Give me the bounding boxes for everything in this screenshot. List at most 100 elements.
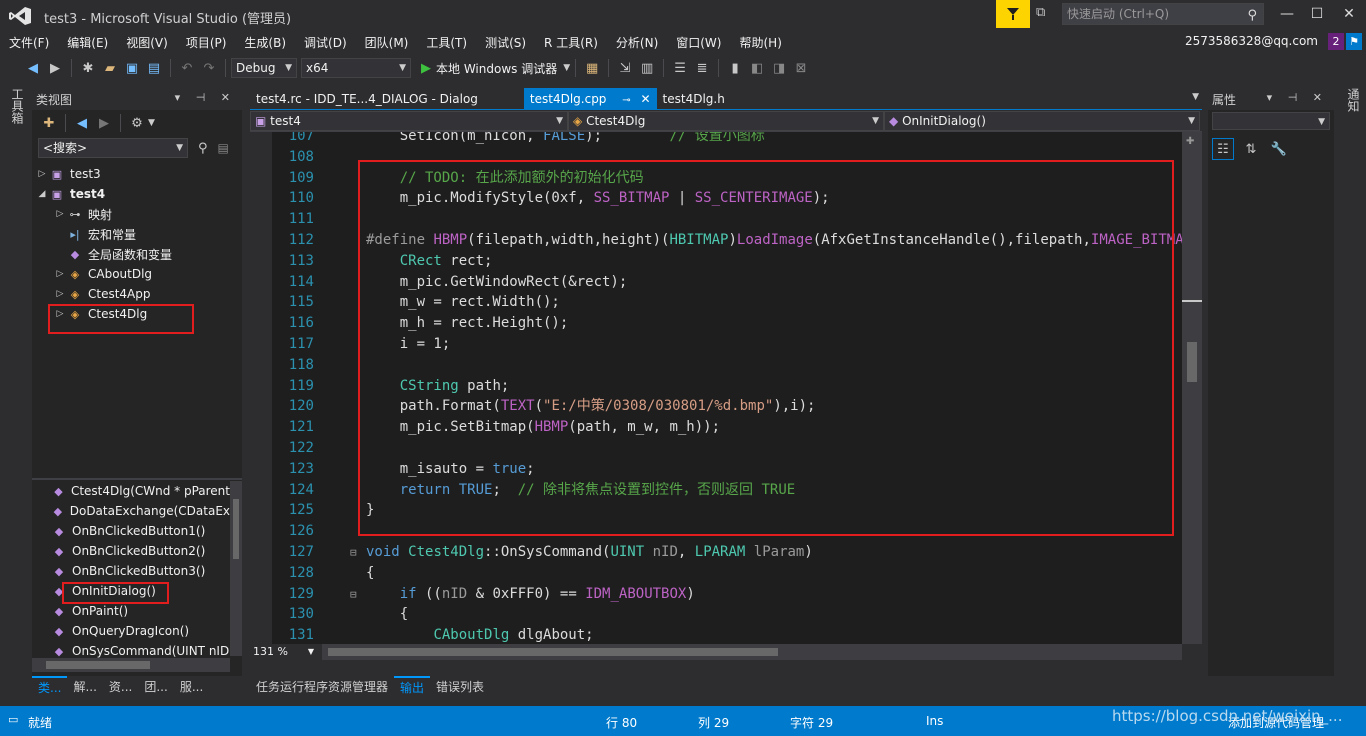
account-avatar-icon[interactable]: ⚑ (1346, 33, 1362, 50)
code-line[interactable]: 130 { (250, 604, 1182, 625)
redo-icon[interactable]: ↷ (198, 57, 220, 79)
save-icon[interactable]: ▣ (121, 57, 143, 79)
tab-test4dlg-cpp[interactable]: test4Dlg.cpp ⊸ ✕ (523, 88, 657, 110)
member-item[interactable]: ◆ OnBnClickedButton3() (32, 561, 230, 581)
tree-item--[interactable]: ▷ ⊶ 映射 (32, 204, 242, 224)
tab-solution-explorer[interactable]: 解... (67, 677, 102, 697)
code-line[interactable]: 131 CAboutDlg dlgAbout; (250, 625, 1182, 644)
comment-icon[interactable]: ☰ (669, 57, 691, 79)
tree-item-caboutdlg[interactable]: ▷ ◈ CAboutDlg (32, 264, 242, 284)
menu-window[interactable]: 窗口(W) (667, 33, 730, 53)
editor-vertical-scrollbar[interactable]: ✚ (1182, 132, 1202, 644)
toolbox-tab[interactable]: 工具箱 (9, 88, 26, 124)
tab-test4-rc[interactable]: test4.rc - IDD_TE...4_DIALOG - Dialog (250, 88, 484, 110)
tree-item--[interactable]: ◆ 全局函数和变量 (32, 244, 242, 264)
new-folder-icon[interactable]: ✚ (38, 112, 60, 134)
tab-output[interactable]: 输出 (394, 676, 431, 698)
zoom-level-select[interactable]: 131 % ▼ (250, 644, 318, 660)
tree-item-test3[interactable]: ▷ ▣ test3 (32, 164, 242, 184)
menu-r-tools[interactable]: R 工具(R) (535, 33, 607, 53)
search-icon[interactable]: ⚲ (198, 141, 208, 156)
bookmark-toggle-icon[interactable]: ▥ (636, 57, 658, 79)
project-scope-select[interactable]: ▣ test4 ▼ (250, 110, 568, 131)
alphabetical-icon[interactable]: ⇅ (1240, 138, 1262, 160)
member-item[interactable]: ◆ OnBnClickedButton2() (32, 541, 230, 561)
menu-view[interactable]: 视图(V) (117, 33, 177, 53)
solution-config-select[interactable]: Debug ▼ (231, 58, 297, 78)
class-view-search-input[interactable]: <搜索> ▼ (38, 138, 188, 158)
object-select[interactable]: ▼ (1212, 112, 1330, 130)
minimize-button[interactable]: — (1272, 3, 1302, 25)
quick-launch-input[interactable]: 快速启动 (Ctrl+Q) ⚲ (1062, 3, 1264, 25)
browse-icon[interactable]: ▦ (581, 57, 603, 79)
panel-controls[interactable]: ▾ ⊣ ✕ (175, 91, 236, 104)
class-scope-select[interactable]: ◈ Ctest4Dlg ▼ (568, 110, 884, 131)
menu-debug[interactable]: 调试(D) (295, 33, 356, 53)
menu-help[interactable]: 帮助(H) (730, 33, 790, 53)
clear-bookmarks-icon[interactable]: ⊠ (790, 57, 812, 79)
search-settings-icon[interactable]: ▤ (218, 141, 229, 155)
code-line[interactable]: 128 { (250, 563, 1182, 584)
notifications-tab[interactable]: 通知 (1345, 88, 1362, 112)
prev-bookmark-icon[interactable]: ◧ (746, 57, 768, 79)
maximize-button[interactable]: ☐ (1302, 3, 1332, 25)
tab-task-runner[interactable]: 任务运行程序资源管理器 (250, 677, 394, 697)
member-item[interactable]: ◆ OnPaint() (32, 601, 230, 621)
tab-team-explorer[interactable]: 团... (138, 677, 173, 697)
menu-build[interactable]: 生成(B) (235, 33, 295, 53)
account-email[interactable]: 2573586328@qq.com (1185, 34, 1318, 48)
editor-horizontal-scrollbar[interactable] (322, 644, 1182, 660)
close-window-button[interactable]: ✕ (1334, 3, 1364, 25)
tree-item-test4[interactable]: ◢ ▣ test4 (32, 184, 242, 204)
member-item[interactable]: ◆ OnQueryDragIcon() (32, 621, 230, 641)
expander-icon[interactable]: ▷ (36, 169, 48, 179)
panel-controls[interactable]: ▾ ⊣ ✕ (1267, 91, 1328, 104)
expander-icon[interactable]: ▷ (54, 289, 66, 299)
tab-test4dlg-h[interactable]: test4Dlg.h (657, 88, 731, 110)
platform-select[interactable]: x64 ▼ (301, 58, 411, 78)
forward-icon[interactable]: ▶ (93, 112, 115, 134)
menu-file[interactable]: 文件(F) (0, 33, 58, 53)
member-item[interactable]: ◆ Ctest4Dlg(CWnd * pParent (32, 481, 230, 501)
tab-error-list[interactable]: 错误列表 (430, 677, 490, 697)
start-debugging-button[interactable]: ▶ 本地 Windows 调试器 ▼ (421, 60, 570, 77)
expander-icon[interactable]: ◢ (36, 189, 48, 199)
expander-icon[interactable]: ▷ (54, 209, 66, 219)
scrollbar-thumb[interactable] (328, 648, 778, 656)
code-line[interactable]: 127 ⊟ void Ctest4Dlg::OnSysCommand(UINT nI… (250, 542, 1182, 563)
property-pages-icon[interactable]: 🔧 (1268, 138, 1290, 160)
notifications-icon[interactable]: ⧉ (1036, 5, 1056, 23)
member-item[interactable]: ◆ OnBnClickedButton1() (32, 521, 230, 541)
fold-toggle-icon[interactable]: ⊟ (350, 542, 362, 563)
menu-project[interactable]: 项目(P) (177, 33, 236, 53)
uncomment-icon[interactable]: ≣ (691, 57, 713, 79)
back-icon[interactable]: ◀ (71, 112, 93, 134)
pin-icon[interactable]: ⊸ (622, 95, 630, 106)
navigate-forward-icon[interactable]: ▶ (44, 57, 66, 79)
splitter[interactable] (32, 478, 242, 480)
member-scope-select[interactable]: ◆ OnInitDialog() ▼ (884, 110, 1200, 131)
tab-overflow-icon[interactable]: ▼ (1192, 92, 1199, 102)
close-tab-icon[interactable]: ✕ (640, 92, 650, 106)
next-bookmark-icon[interactable]: ◨ (768, 57, 790, 79)
split-icon[interactable]: ✚ (1186, 136, 1194, 147)
feedback-flag-button[interactable] (996, 0, 1030, 28)
tab-resource-view[interactable]: 资... (103, 677, 138, 697)
member-item[interactable]: ◆ DoDataExchange(CDataEx (32, 501, 230, 521)
step-icon[interactable]: ⇲ (614, 57, 636, 79)
notification-badge[interactable]: 2 (1328, 33, 1344, 50)
save-all-icon[interactable]: ▤ (143, 57, 165, 79)
navigate-back-icon[interactable]: ◀ (22, 57, 44, 79)
code-line[interactable]: 129 ⊟ if ((nID & 0xFFF0) == IDM_ABOUTBOX) (250, 584, 1182, 605)
members-vertical-scrollbar[interactable] (230, 481, 242, 656)
open-file-icon[interactable]: ▰ (99, 57, 121, 79)
members-horizontal-scrollbar[interactable] (32, 658, 230, 672)
menu-team[interactable]: 团队(M) (356, 33, 418, 53)
menu-analyze[interactable]: 分析(N) (607, 33, 667, 53)
bookmark-icon[interactable]: ▮ (724, 57, 746, 79)
undo-icon[interactable]: ↶ (176, 57, 198, 79)
expander-icon[interactable]: ▷ (54, 269, 66, 279)
tab-server-explorer[interactable]: 服... (174, 677, 209, 697)
tab-class-view[interactable]: 类... (32, 676, 68, 698)
fold-toggle-icon[interactable]: ⊟ (350, 584, 362, 605)
